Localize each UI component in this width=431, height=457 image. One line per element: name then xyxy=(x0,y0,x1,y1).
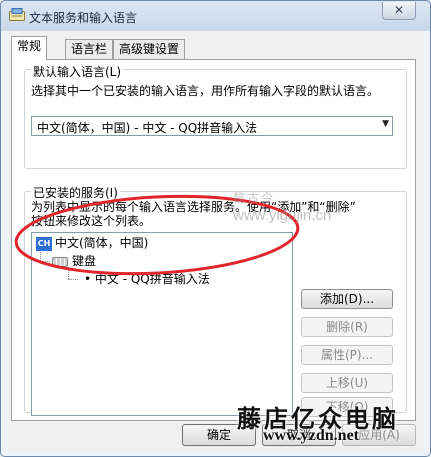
window-title: 文本服务和输入语言 xyxy=(29,11,138,25)
default-language-selected: 中文(简体，中国) - 中文 - QQ拼音输入法 xyxy=(37,121,258,135)
watermark-site-url: www.yigujin.cn xyxy=(233,207,332,224)
default-language-description: 选择其中一个已安装的输入语言，用作所有输入字段的默认语言。 xyxy=(31,84,380,98)
tree-service-label: • 中文 - QQ拼音输入法 xyxy=(84,272,210,286)
general-tab-panel: 默认输入语言(L) 选择其中一个已安装的输入语言，用作所有输入字段的默认语言。 … xyxy=(11,59,416,421)
tab-advanced-key-settings[interactable]: 高级键设置 xyxy=(113,39,186,59)
default-language-legend: 默认输入语言(L) xyxy=(31,63,124,80)
tree-keyboard-label: 键盘 xyxy=(72,254,97,268)
tree-item-qq-pinyin[interactable]: • 中文 - QQ拼音输入法 xyxy=(84,271,210,287)
tab-general[interactable]: 常规 xyxy=(11,36,48,60)
dropdown-arrow-icon: ▼ xyxy=(382,119,389,129)
tab-language-bar[interactable]: 语言栏 xyxy=(65,39,114,59)
tree-item-keyboard[interactable]: 键盘 xyxy=(52,253,96,269)
title-bar[interactable]: 文本服务和输入语言 ✕ xyxy=(1,1,430,31)
default-language-dropdown[interactable]: 中文(简体，中国) - 中文 - QQ拼音输入法 ▼ xyxy=(31,116,393,136)
watermark-site-name: 懿古今 xyxy=(233,191,276,205)
language-ch-icon: CH xyxy=(36,236,52,251)
move-up-button[interactable]: 上移(U) xyxy=(301,373,393,393)
installed-services-legend: 已安装的服务(I) xyxy=(31,184,120,201)
keyboard-app-icon xyxy=(9,8,25,21)
dialog-window: 文本服务和输入语言 ✕ 常规 语言栏 高级键设置 默认输入语言(L) 选择其中一… xyxy=(0,0,431,457)
add-button[interactable]: 添加(D)... xyxy=(301,289,393,309)
dialog-client-area: 常规 语言栏 高级键设置 默认输入语言(L) 选择其中一个已安装的输入语言，用作… xyxy=(8,31,424,451)
installed-services-tree[interactable]: CH 中文(简体，中国) 键盘 • 中文 - QQ拼音输入法 xyxy=(31,232,293,416)
close-button[interactable]: ✕ xyxy=(382,2,416,20)
tree-item-language[interactable]: CH 中文(简体，中国) xyxy=(36,235,148,251)
installed-services-description-line2: 按钮来修改这个列表。 xyxy=(31,214,152,228)
watermark-brand-url: www.yzdn.net xyxy=(263,427,360,444)
keyboard-icon xyxy=(52,256,68,267)
properties-button[interactable]: 属性(P)... xyxy=(301,345,393,365)
tree-language-label: 中文(简体，中国) xyxy=(55,236,149,250)
tree-connector xyxy=(40,261,50,262)
tree-connector xyxy=(68,279,78,280)
remove-button[interactable]: 删除(R) xyxy=(301,317,393,337)
